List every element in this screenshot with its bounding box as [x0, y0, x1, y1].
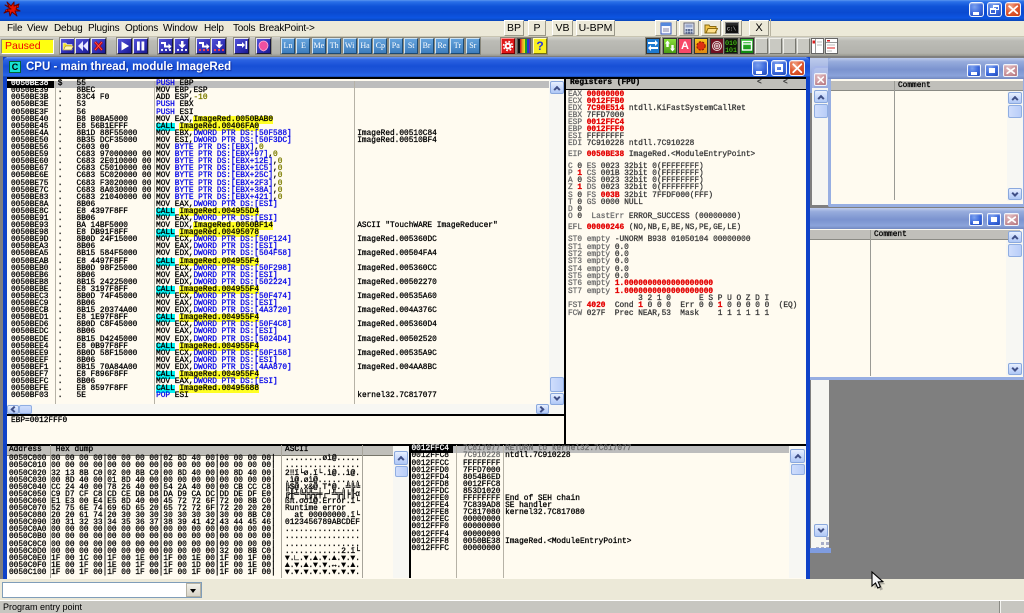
svg-text:C:\: C:\ — [727, 27, 736, 33]
